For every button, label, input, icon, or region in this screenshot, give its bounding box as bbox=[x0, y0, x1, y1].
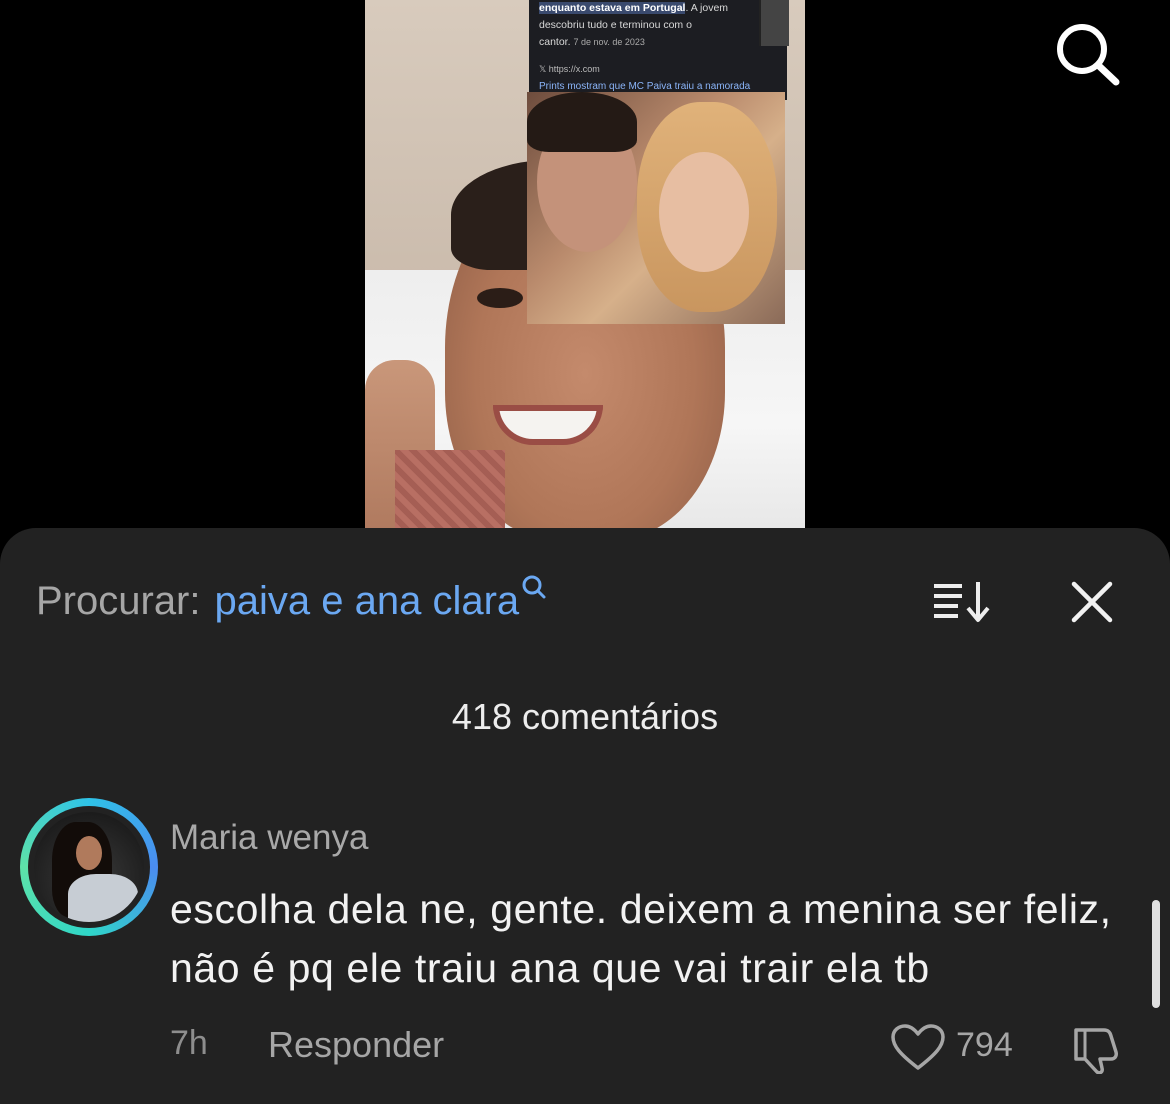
inset-date: 7 de nov. de 2023 bbox=[573, 37, 645, 47]
search-query-icon bbox=[522, 575, 546, 599]
inset-highlight: enquanto estava em Portugal bbox=[539, 2, 686, 14]
sort-button[interactable] bbox=[932, 578, 992, 626]
like-count: 794 bbox=[956, 1026, 1013, 1064]
video-shirt bbox=[395, 450, 505, 528]
dislike-button[interactable] bbox=[1070, 1022, 1126, 1075]
x-logo-icon: 𝕏 bbox=[539, 64, 547, 74]
comment-username[interactable]: Maria wenya bbox=[170, 818, 368, 858]
search-query-link[interactable]: paiva e ana clara bbox=[215, 579, 520, 624]
sort-icon bbox=[934, 582, 990, 622]
video-player[interactable]: enquanto estava em Portugal. A jovem des… bbox=[0, 0, 1170, 560]
close-icon bbox=[1071, 581, 1113, 623]
video-person-eye bbox=[477, 288, 523, 308]
search-prefix-label: Procurar: bbox=[36, 578, 201, 623]
comment-timestamp: 7h bbox=[170, 1024, 208, 1062]
comment-search-bar[interactable]: Procurar: paiva e ana clara bbox=[36, 575, 547, 626]
like-button[interactable] bbox=[890, 1024, 946, 1072]
inset-line1: . A jovem bbox=[685, 2, 729, 14]
close-button[interactable] bbox=[1070, 580, 1114, 624]
inset-phone-thumbnail bbox=[759, 0, 789, 46]
avatar-person-face bbox=[76, 836, 102, 870]
heart-icon bbox=[891, 1024, 945, 1070]
video-inset-couple-photo bbox=[527, 92, 785, 324]
inset-man-hair bbox=[527, 92, 637, 152]
inset-source: https://x.com bbox=[548, 64, 600, 74]
avatar-inner-border bbox=[28, 806, 150, 928]
inset-woman-face bbox=[659, 152, 749, 272]
video-frame[interactable]: enquanto estava em Portugal. A jovem des… bbox=[365, 0, 805, 528]
thumbs-down-icon bbox=[1074, 1028, 1118, 1075]
video-inset-news-snippet: enquanto estava em Portugal. A jovem des… bbox=[529, 0, 787, 100]
comment-item: Maria wenya escolha dela ne, gente. deix… bbox=[20, 798, 1150, 1088]
inset-line3: cantor. bbox=[539, 36, 571, 48]
comment-text: escolha dela ne, gente. deixem a menina … bbox=[170, 886, 1112, 991]
avatar-photo bbox=[34, 812, 144, 922]
reply-button[interactable]: Responder bbox=[268, 1024, 444, 1066]
search-button[interactable] bbox=[1052, 20, 1122, 86]
search-icon bbox=[1057, 24, 1120, 86]
scrollbar[interactable] bbox=[1152, 900, 1160, 1008]
avatar[interactable] bbox=[20, 798, 158, 936]
comment-count: 418 comentários bbox=[451, 696, 719, 737]
avatar-person-top bbox=[68, 874, 138, 922]
inset-line2: descobriu tudo e terminou com o bbox=[539, 19, 692, 31]
comments-sheet: Procurar: paiva e ana clara 418 comentár… bbox=[0, 528, 1170, 1104]
